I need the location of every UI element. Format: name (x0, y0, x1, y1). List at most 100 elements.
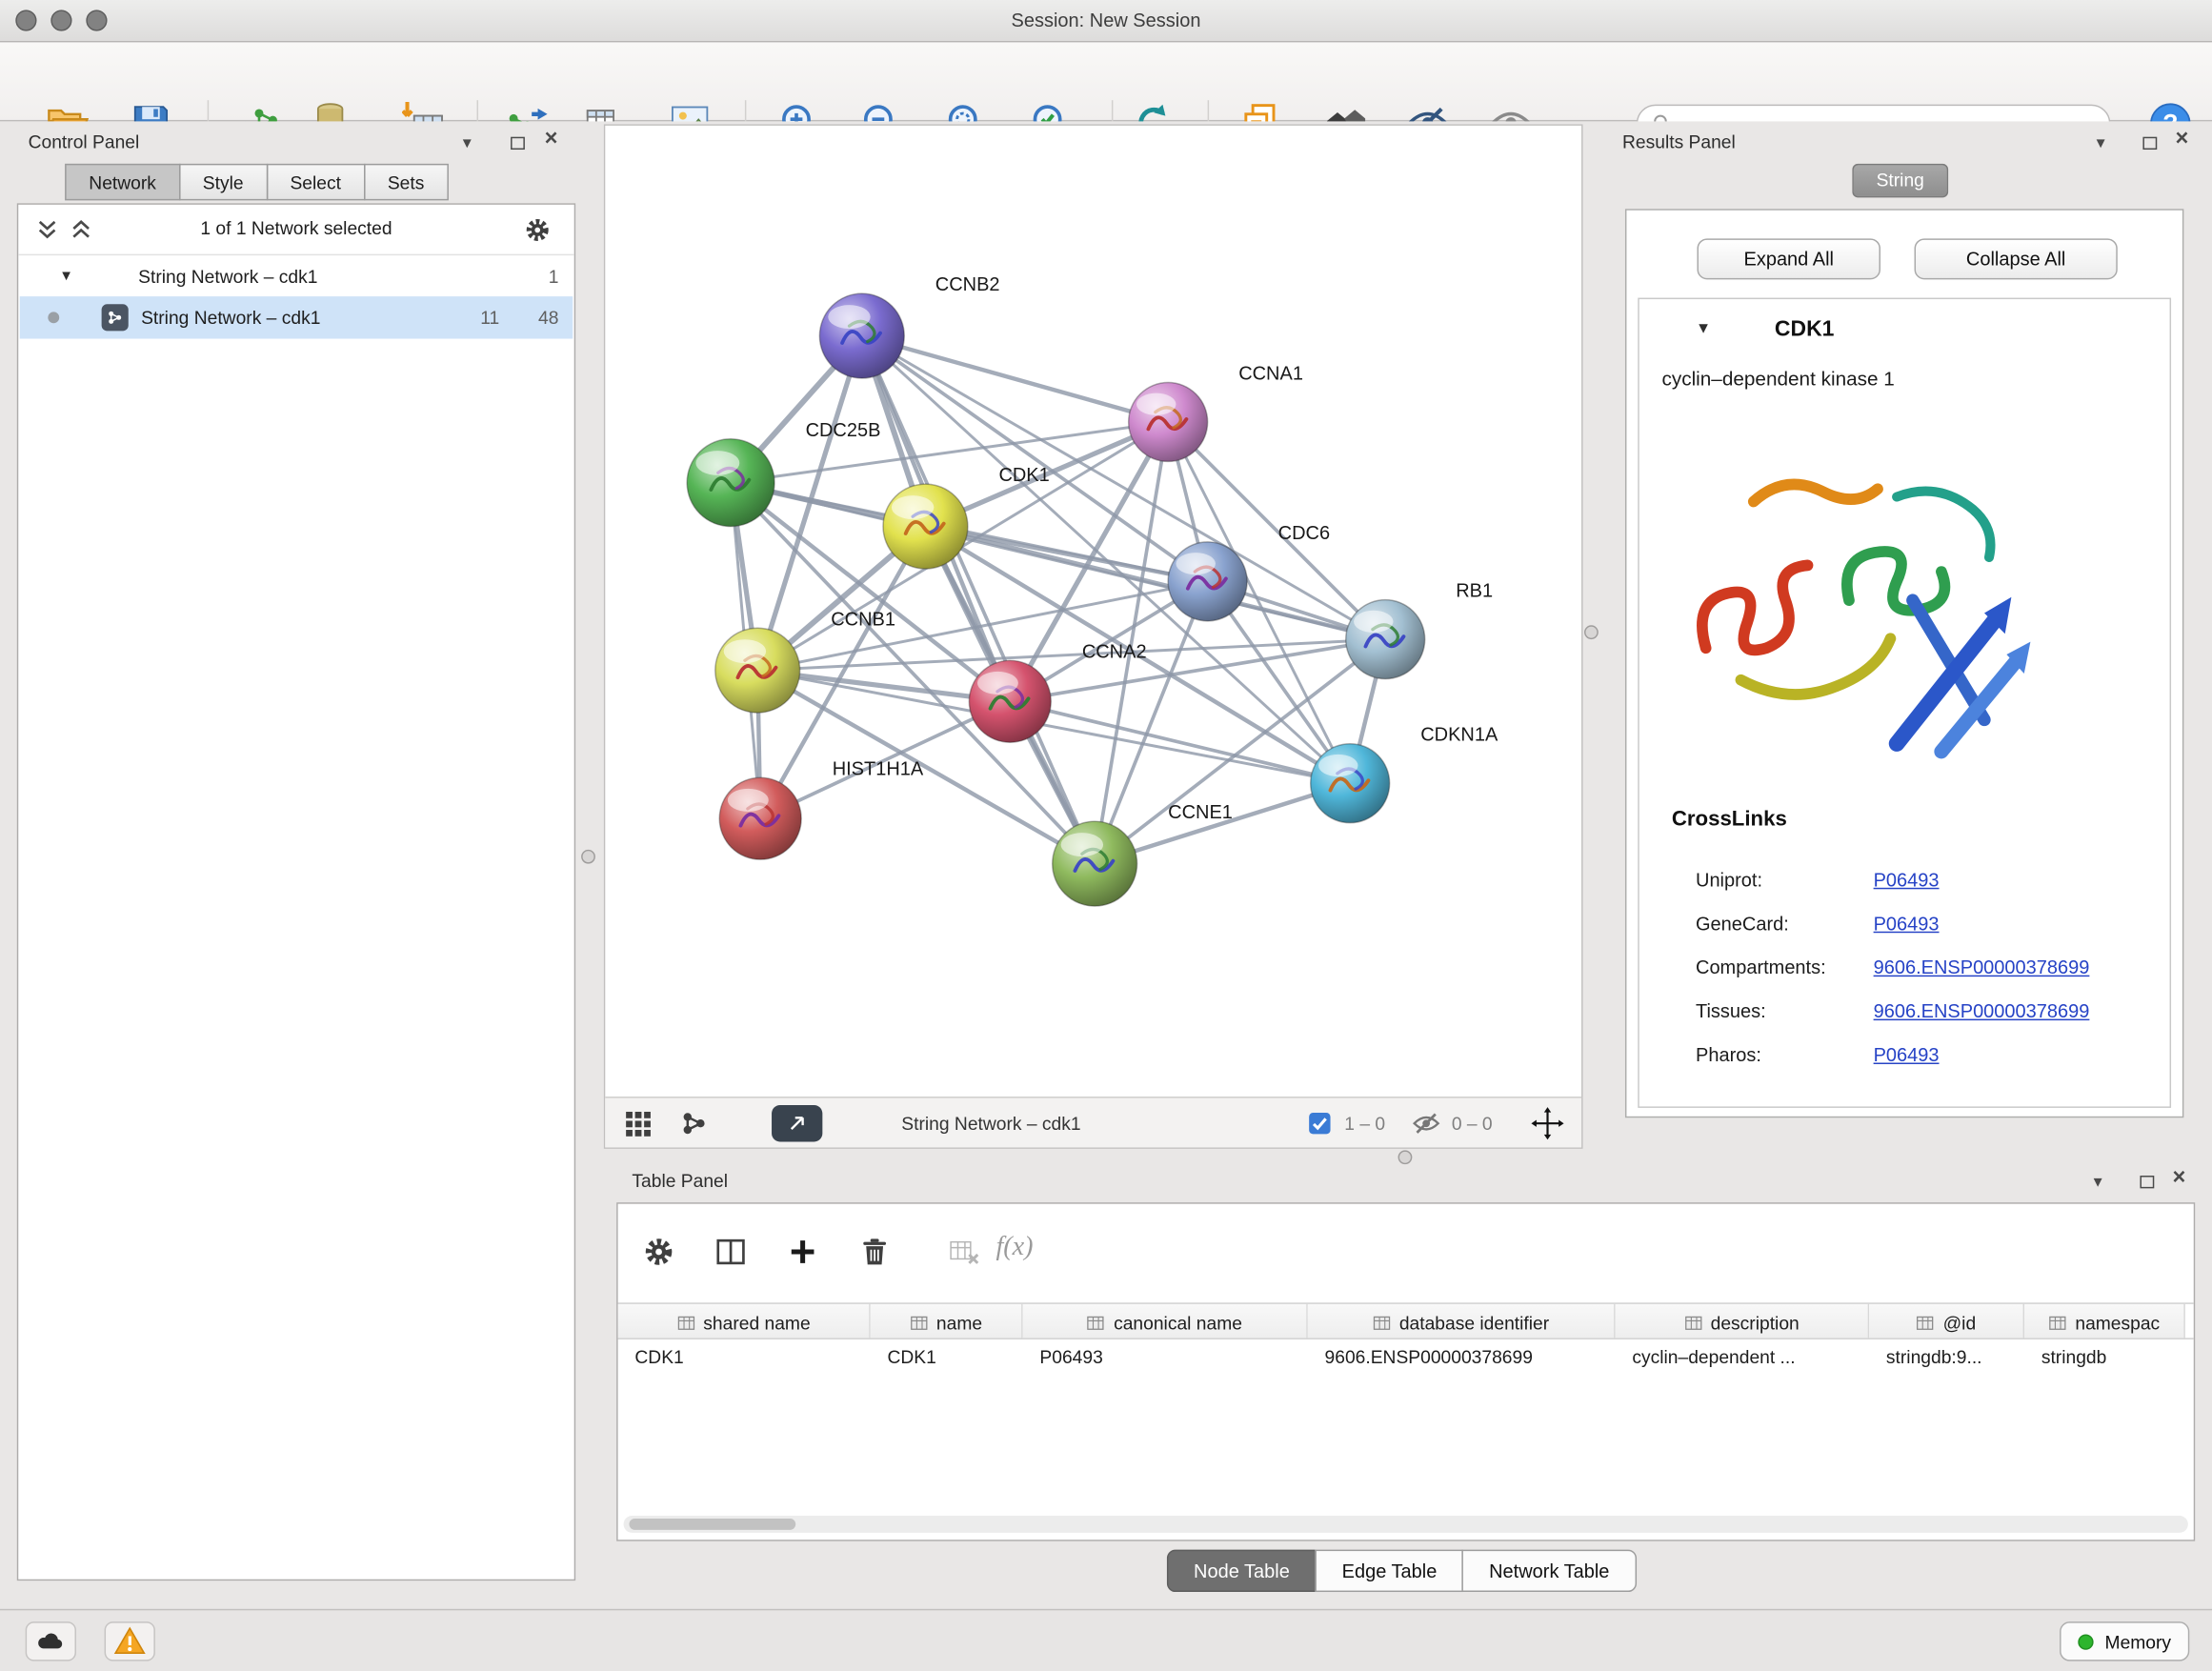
node-table: f(x) shared name name canonical name databa… (616, 1202, 2195, 1541)
warnings-button[interactable] (105, 1621, 155, 1661)
column-header[interactable]: description (1616, 1304, 1870, 1339)
crosslink-label: Tissues: (1696, 1000, 1874, 1021)
horizontal-splitter-handle[interactable] (1398, 1150, 1413, 1164)
node-label-CCNA2: CCNA2 (1082, 641, 1147, 662)
column-label: description (1711, 1312, 1800, 1333)
network-node-CDK1[interactable] (883, 484, 968, 569)
node-label-CCNA1: CCNA1 (1238, 363, 1303, 384)
column-header[interactable]: @id (1869, 1304, 2024, 1339)
open-in-new-button[interactable] (772, 1104, 822, 1141)
column-header[interactable]: namespac (2024, 1304, 2185, 1339)
table-cell[interactable]: CDK1 (618, 1339, 871, 1377)
table-row[interactable]: CDK1CDK1P064939606.ENSP00000378699cyclin… (618, 1339, 2194, 1377)
panel-float-icon[interactable] (2140, 1176, 2154, 1188)
column-header[interactable]: name (871, 1304, 1023, 1339)
delete-table-icon (947, 1235, 981, 1269)
table-cell[interactable]: stringdb:9... (1869, 1339, 2024, 1377)
gear-icon[interactable] (523, 216, 552, 245)
crosslink-value[interactable]: P06493 (1874, 870, 1940, 891)
column-label: name (936, 1312, 982, 1333)
memory-label: Memory (2105, 1631, 2172, 1652)
crosslink-value[interactable]: P06493 (1874, 1044, 1940, 1065)
pan-crosshair-icon[interactable] (1531, 1106, 1565, 1140)
scrollbar-thumb[interactable] (629, 1519, 795, 1530)
disclosure-triangle-icon[interactable]: ▼ (59, 269, 73, 284)
network-canvas[interactable]: CCNB2CCNA1CDC25BCDK1CDC6RB1CCNB1CCNA2CDK… (605, 126, 1581, 1097)
network-node-CCNB1[interactable] (715, 628, 800, 713)
column-header[interactable]: canonical name (1023, 1304, 1308, 1339)
selected-count: 1 – 0 (1344, 1112, 1385, 1133)
network-node-CDC25B[interactable] (687, 439, 774, 527)
network-collection-row[interactable]: ▼ String Network – cdk1 1 (20, 257, 573, 296)
right-splitter-handle[interactable] (1584, 625, 1599, 639)
network-node-RB1[interactable] (1346, 600, 1425, 679)
delete-table-button-disabled[interactable] (942, 1231, 984, 1273)
column-label: canonical name (1114, 1312, 1242, 1333)
table-cell[interactable]: stringdb (2024, 1339, 2185, 1377)
crosslink-row: Pharos:P06493 (1639, 1033, 2170, 1077)
network-node-CCNE1[interactable] (1053, 821, 1137, 906)
network-node-CDC6[interactable] (1168, 542, 1247, 621)
arrow-up-right-icon (786, 1112, 809, 1135)
table-settings-button[interactable] (637, 1231, 679, 1273)
delete-column-button[interactable] (854, 1231, 895, 1273)
network-node-HIST1H1A[interactable] (719, 777, 801, 859)
network-view: CCNB2CCNA1CDC25BCDK1CDC6RB1CCNB1CCNA2CDK… (604, 124, 1583, 1149)
plus-icon (786, 1235, 820, 1269)
column-header[interactable]: shared name (618, 1304, 871, 1339)
panel-close-icon[interactable]: × (545, 129, 558, 151)
crosslink-label: Uniprot: (1696, 870, 1874, 891)
panel-menu-icon[interactable]: ▾ (2097, 131, 2105, 154)
crosslink-value[interactable]: 9606.ENSP00000378699 (1874, 1000, 2090, 1021)
memory-button[interactable]: Memory (2060, 1621, 2189, 1661)
tab-style[interactable]: Style (179, 164, 268, 201)
section-disclosure-icon[interactable]: ▼ (1696, 320, 1711, 337)
left-splitter-handle[interactable] (581, 850, 595, 864)
tab-string[interactable]: String (1852, 164, 1948, 198)
panel-float-icon[interactable] (2142, 137, 2157, 150)
tab-network-table[interactable]: Network Table (1462, 1550, 1637, 1592)
tab-sets[interactable]: Sets (364, 164, 449, 201)
table-cell[interactable]: 9606.ENSP00000378699 (1308, 1339, 1616, 1377)
table-panel-title: Table Panel (632, 1170, 728, 1191)
network-tree-toolbar: 1 of 1 Network selected (18, 205, 573, 255)
show-columns-button[interactable] (710, 1231, 752, 1273)
network-node-CCNB2[interactable] (819, 293, 904, 378)
network-row-selected[interactable]: String Network – cdk1 11 48 (20, 296, 573, 338)
panel-float-icon[interactable] (511, 137, 525, 150)
tab-network[interactable]: Network (65, 164, 180, 201)
tab-select[interactable]: Select (266, 164, 365, 201)
grid-view-icon[interactable] (622, 1107, 654, 1138)
add-column-button[interactable] (781, 1231, 823, 1273)
network-node-CCNA1[interactable] (1129, 382, 1208, 461)
column-header[interactable]: database identifier (1308, 1304, 1616, 1339)
panel-menu-icon[interactable]: ▾ (463, 131, 472, 154)
network-tree-panel: 1 of 1 Network selected ▼ String Network… (17, 203, 575, 1580)
function-builder-button[interactable]: f(x) (995, 1232, 1033, 1263)
cloud-button[interactable] (26, 1621, 76, 1661)
expand-all-button[interactable]: Expand All (1697, 238, 1880, 279)
current-network-bullet-icon (48, 312, 59, 323)
hidden-eye-slash-icon[interactable] (1412, 1109, 1440, 1137)
gene-section: ▼ CDK1 cyclin–dependent kinase 1 (1638, 298, 2171, 1108)
crosslink-value[interactable]: 9606.ENSP00000378699 (1874, 956, 2090, 977)
table-cell[interactable]: cyclin–dependent ... (1616, 1339, 1870, 1377)
panel-menu-icon[interactable]: ▾ (2094, 1170, 2102, 1193)
network-view-icon[interactable] (678, 1107, 710, 1138)
network-node-CDKN1A[interactable] (1311, 744, 1390, 823)
warning-icon (112, 1624, 147, 1659)
horizontal-scrollbar[interactable] (624, 1516, 2188, 1533)
tab-node-table[interactable]: Node Table (1167, 1550, 1317, 1592)
panel-close-icon[interactable]: × (2173, 1167, 2186, 1190)
selected-checkbox-icon[interactable] (1308, 1111, 1332, 1135)
network-edge[interactable] (862, 336, 1095, 864)
tab-edge-table[interactable]: Edge Table (1316, 1550, 1464, 1592)
collapse-all-button[interactable]: Collapse All (1915, 238, 2118, 279)
network-node-CCNA2[interactable] (969, 660, 1051, 742)
table-cell[interactable]: P06493 (1023, 1339, 1308, 1377)
panel-close-icon[interactable]: × (2176, 129, 2189, 151)
column-type-icon (1087, 1313, 1105, 1331)
node-label-RB1: RB1 (1456, 581, 1493, 602)
table-cell[interactable]: CDK1 (871, 1339, 1023, 1377)
crosslink-value[interactable]: P06493 (1874, 913, 1940, 934)
